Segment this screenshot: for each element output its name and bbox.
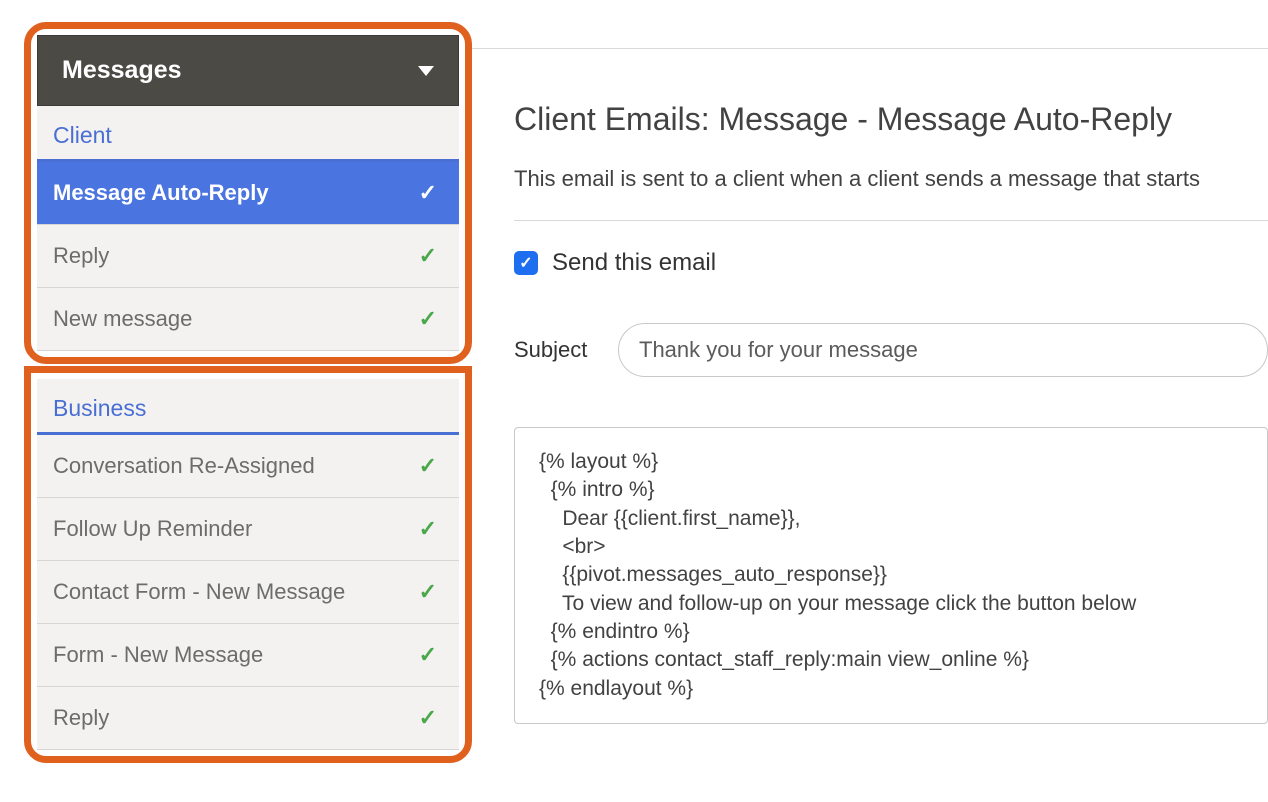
sidebar-item-reply-client[interactable]: Reply ✓ (37, 225, 459, 288)
check-icon: ✓ (419, 180, 437, 206)
dropdown-label: Messages (62, 56, 182, 85)
sidebar-item-label: Contact Form - New Message (53, 579, 345, 605)
sidebar-item-label: Conversation Re-Assigned (53, 453, 315, 479)
sidebar-item-conversation-reassigned[interactable]: Conversation Re-Assigned ✓ (37, 435, 459, 498)
sidebar-item-label: Follow Up Reminder (53, 516, 252, 542)
messages-dropdown[interactable]: Messages (37, 35, 459, 106)
chevron-down-icon (418, 66, 434, 76)
check-icon: ✓ (419, 516, 437, 542)
sidebar-item-contact-form-new-message[interactable]: Contact Form - New Message ✓ (37, 561, 459, 624)
check-icon: ✓ (419, 453, 437, 479)
subject-input[interactable] (618, 323, 1268, 377)
sidebar-item-label: Reply (53, 243, 109, 269)
highlight-client-group: Messages Client Message Auto-Reply ✓ Rep… (24, 22, 472, 364)
check-icon: ✓ (419, 243, 437, 269)
send-email-row: ✓ Send this email (514, 249, 1268, 277)
sidebar-item-label: Message Auto-Reply (53, 180, 269, 206)
sidebar-item-form-new-message[interactable]: Form - New Message ✓ (37, 624, 459, 687)
sidebar: Messages Client Message Auto-Reply ✓ Rep… (24, 22, 472, 782)
category-business: Business (37, 379, 459, 435)
sidebar-item-message-auto-reply[interactable]: Message Auto-Reply ✓ (37, 162, 459, 225)
highlight-business-group: Business Conversation Re-Assigned ✓ Foll… (24, 366, 472, 763)
send-email-checkbox[interactable]: ✓ (514, 251, 538, 275)
send-email-label: Send this email (552, 249, 716, 277)
sidebar-item-label: Reply (53, 705, 109, 731)
subject-row: Subject (514, 323, 1268, 377)
check-icon: ✓ (419, 579, 437, 605)
page-title: Client Emails: Message - Message Auto-Re… (514, 101, 1268, 138)
sidebar-item-label: New message (53, 306, 192, 332)
subject-label: Subject (514, 337, 592, 363)
divider (514, 220, 1268, 221)
sidebar-item-new-message[interactable]: New message ✓ (37, 288, 459, 351)
email-body-editor[interactable]: {% layout %} {% intro %} Dear {{client.f… (514, 427, 1268, 724)
check-icon: ✓ (419, 642, 437, 668)
check-icon: ✓ (419, 705, 437, 731)
sidebar-item-label: Form - New Message (53, 642, 263, 668)
check-icon: ✓ (419, 306, 437, 332)
sidebar-item-reply-business[interactable]: Reply ✓ (37, 687, 459, 750)
main-content: Client Emails: Message - Message Auto-Re… (472, 48, 1268, 782)
sidebar-item-follow-up-reminder[interactable]: Follow Up Reminder ✓ (37, 498, 459, 561)
category-client: Client (37, 106, 459, 162)
page-description: This email is sent to a client when a cl… (514, 166, 1268, 192)
